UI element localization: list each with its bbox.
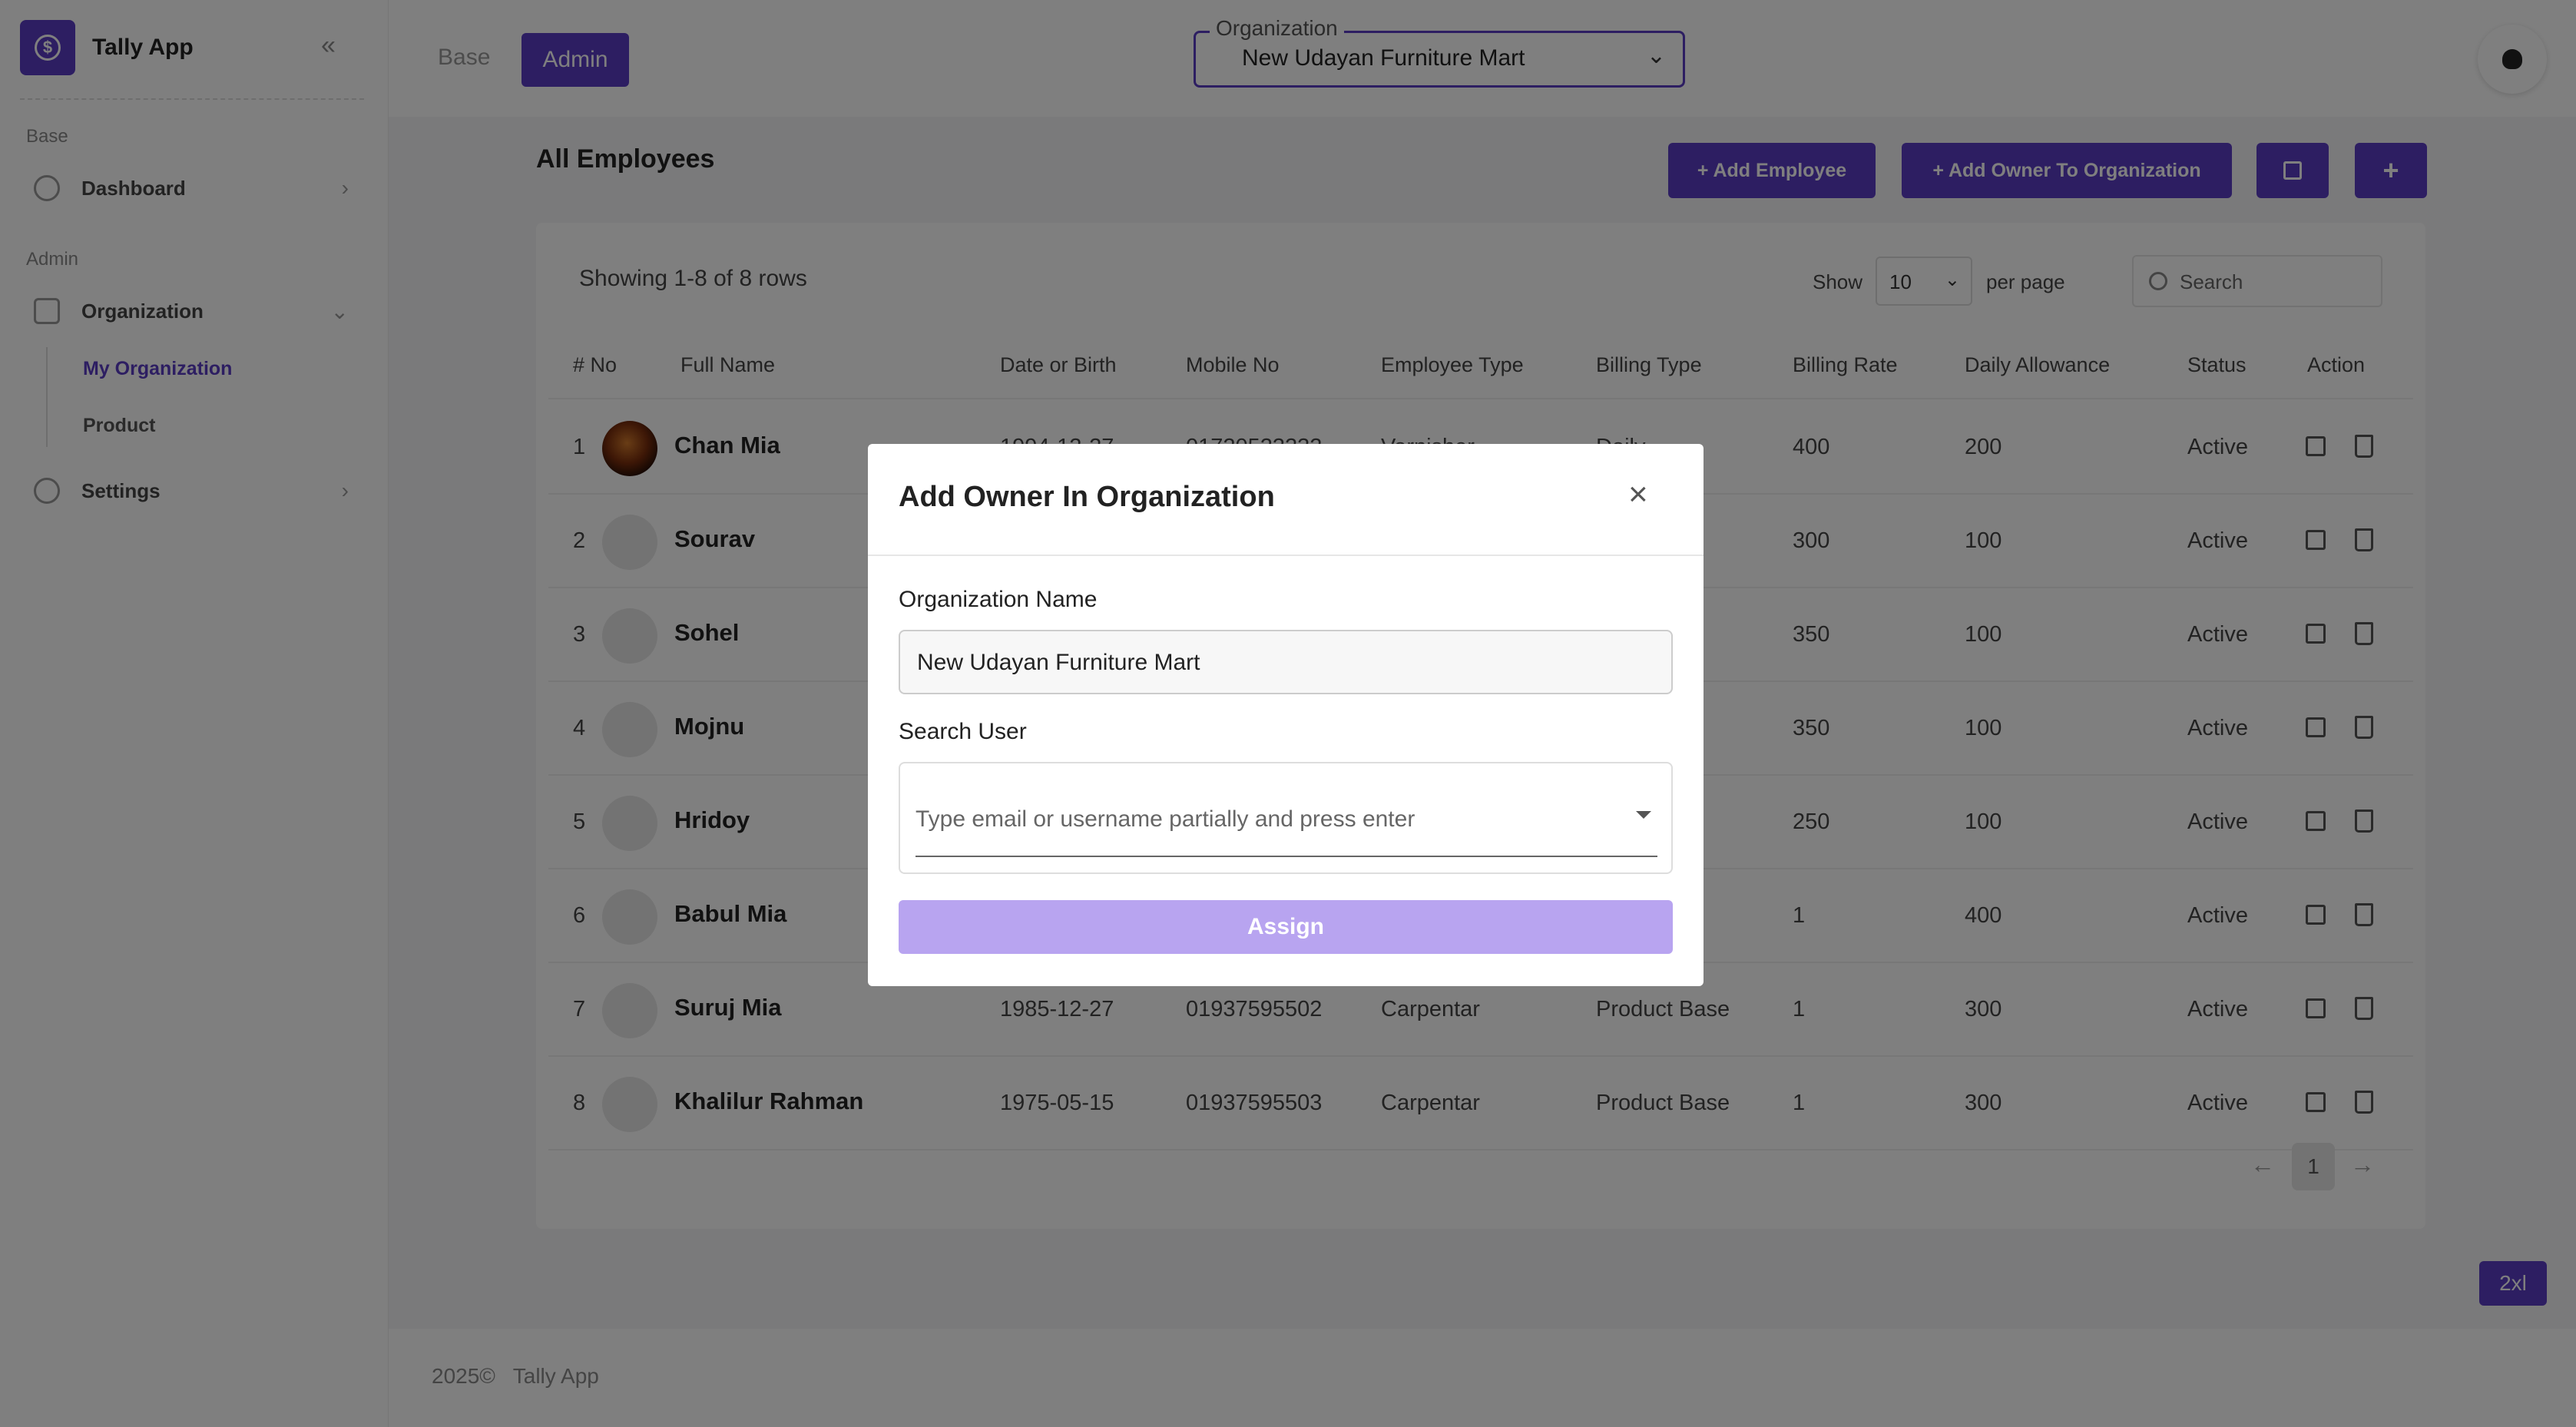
- organization-name-value: New Udayan Furniture Mart: [917, 650, 1200, 675]
- assign-button[interactable]: Assign: [899, 900, 1673, 954]
- modal-title: Add Owner In Organization: [899, 481, 1275, 513]
- organization-name-field[interactable]: New Udayan Furniture Mart: [899, 630, 1673, 694]
- input-underline: [916, 856, 1657, 857]
- close-icon[interactable]: ×: [1628, 478, 1648, 512]
- dropdown-arrow-icon: [1636, 811, 1651, 819]
- add-owner-modal: Add Owner In Organization × Organization…: [868, 444, 1704, 986]
- search-user-select[interactable]: Type email or username partially and pre…: [899, 762, 1673, 874]
- search-user-placeholder: Type email or username partially and pre…: [916, 806, 1415, 832]
- divider: [868, 555, 1704, 556]
- organization-name-label: Organization Name: [899, 587, 1098, 612]
- search-user-label: Search User: [899, 719, 1027, 744]
